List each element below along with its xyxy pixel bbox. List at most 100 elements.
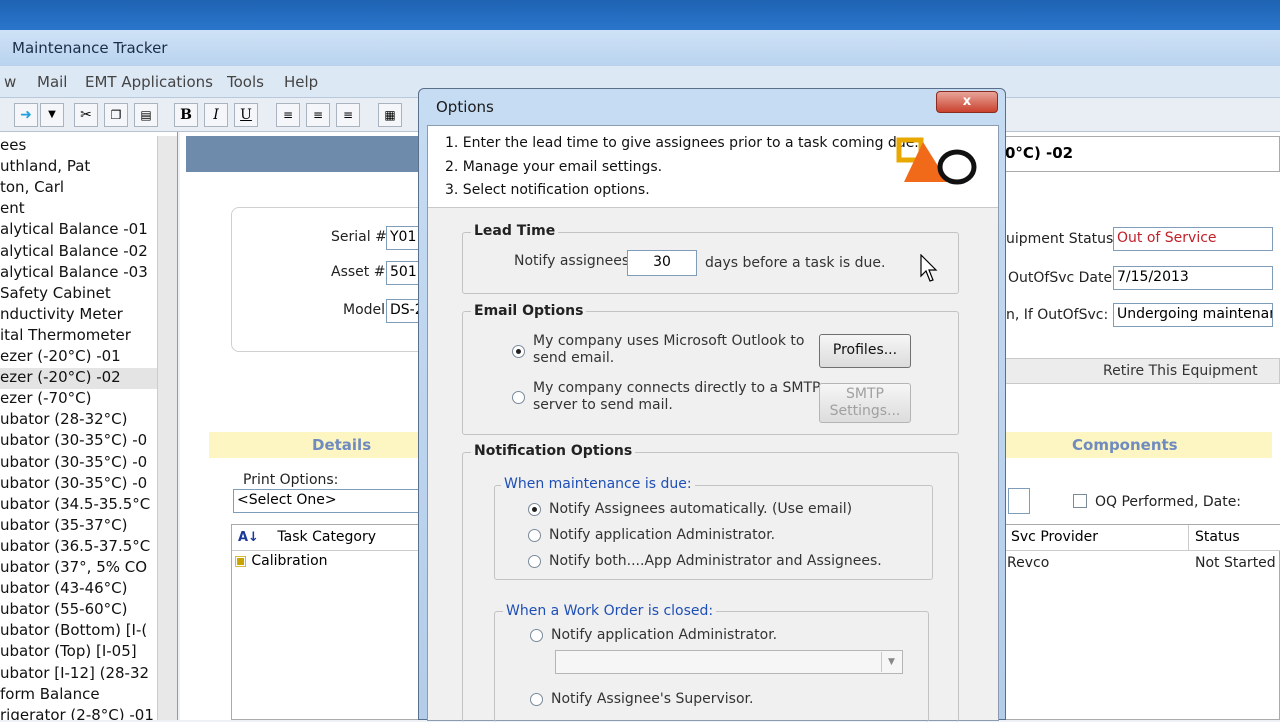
list-item[interactable]: rigerator (2-8°C) -01 (0, 706, 157, 720)
align-center-icon[interactable]: ≡ (306, 103, 330, 127)
list-item[interactable]: ubator [I-12] (28-32 (0, 664, 157, 685)
bold-button[interactable]: B (174, 103, 198, 127)
notify-assignees-option: Notify Assignees automatically. (Use ema… (549, 501, 853, 517)
menu-emt-applications[interactable]: EMT Applications (85, 73, 213, 91)
menu-help[interactable]: Help (284, 73, 318, 91)
list-item[interactable]: ent (0, 199, 157, 220)
outofsvc-date-label: OutOfSvc Date: (1008, 270, 1117, 286)
list-item[interactable]: ubator (Top) [I-05] (0, 642, 157, 663)
retire-equipment-label: Retire This Equipment (1103, 363, 1258, 379)
menu-tools[interactable]: Tools (227, 73, 264, 91)
work-order-table: Svc Provider Status Revco Not Started (1004, 524, 1280, 720)
lead-time-input[interactable]: 30 (627, 250, 697, 276)
notify-assignees-label: Notify assignees (514, 253, 630, 269)
list-item[interactable]: ubator (30-35°C) -0 (0, 453, 157, 474)
serial-field[interactable]: Y01 (386, 226, 420, 250)
list-item[interactable]: ezer (-20°C) -01 (0, 347, 157, 368)
chevron-down-icon[interactable]: ▼ (881, 652, 901, 672)
list-item[interactable]: ubator (Bottom) [I-( (0, 621, 157, 642)
app-title-bar: Maintenance Tracker (0, 30, 1280, 66)
menu-view[interactable]: w (4, 73, 16, 91)
list-item[interactable]: ezer (-70°C) (0, 389, 157, 410)
notification-options-title: Notification Options (471, 443, 636, 459)
closed-notify-supervisor-option: Notify Assignee's Supervisor. (551, 691, 754, 707)
list-item[interactable]: ubator (36.5-37.5°C (0, 537, 157, 558)
notify-assignees-radio[interactable] (528, 503, 541, 516)
align-right-icon[interactable]: ≡ (336, 103, 360, 127)
smtp-radio[interactable] (512, 391, 525, 404)
paste-icon[interactable]: ▤ (134, 103, 158, 127)
copy-icon[interactable]: ❐ (104, 103, 128, 127)
list-item[interactable]: ubator (35-37°C) (0, 516, 157, 537)
smtp-settings-line-2: Settings... (829, 403, 901, 419)
cut-icon[interactable]: ✂ (74, 103, 98, 127)
list-item[interactable]: nductivity Meter (0, 305, 157, 326)
status-column-header[interactable]: Status (1189, 525, 1280, 551)
tab-details[interactable]: Details (209, 432, 424, 458)
tab-components[interactable]: Components (1004, 432, 1272, 458)
list-item[interactable]: ton, Carl (0, 178, 157, 199)
asset-field[interactable]: 501 (386, 261, 420, 285)
dropdown-arrow-icon[interactable]: ▼ (40, 103, 64, 127)
days-before-label: days before a task is due. (705, 255, 886, 271)
smtp-settings-line-1: SMTP (846, 386, 884, 402)
closed-notify-admin-radio[interactable] (530, 629, 543, 642)
notify-admin-option: Notify application Administrator. (549, 527, 776, 543)
list-item[interactable]: form Balance (0, 685, 157, 706)
list-item[interactable]: ital Thermometer (0, 326, 157, 347)
list-item[interactable]: ubator (37°, 5% CO (0, 558, 157, 579)
task-category-column-header[interactable]: A↓ Task Category (232, 525, 424, 551)
list-item[interactable]: alytical Balance -01 (0, 220, 157, 241)
list-item[interactable]: ezer (-20°C) -02 (0, 368, 157, 390)
profiles-button[interactable]: Profiles... (819, 334, 911, 368)
retire-equipment-button[interactable]: Retire This Equipment (1004, 358, 1280, 384)
dialog-body: 1. Enter the lead time to give assignees… (427, 125, 999, 722)
equipment-status-field[interactable]: Out of Service (1113, 227, 1273, 251)
list-item[interactable]: ees (0, 136, 157, 157)
intro-line-2: 2. Manage your email settings. (445, 159, 663, 175)
list-item[interactable]: ubator (55-60°C) (0, 600, 157, 621)
italic-button[interactable]: I (204, 103, 228, 127)
reason-field[interactable]: Undergoing maintenance (1113, 303, 1273, 327)
desktop-top-strip (0, 0, 1280, 30)
list-item[interactable]: ubator (28-32°C) (0, 410, 157, 431)
equipment-list-scrollbar[interactable] (157, 136, 177, 720)
close-button[interactable]: x (936, 91, 998, 113)
report-icon[interactable]: ▦ (378, 103, 402, 127)
list-item[interactable]: alytical Balance -03 (0, 263, 157, 284)
list-item[interactable]: Safety Cabinet (0, 284, 157, 305)
table-row[interactable]: ▣ Calibration (234, 553, 422, 575)
maintenance-due-title: When maintenance is due: (501, 476, 695, 492)
align-left-icon[interactable]: ≡ (276, 103, 300, 127)
menu-mail[interactable]: Mail (37, 73, 67, 91)
list-item[interactable]: ubator (30-35°C) -0 (0, 474, 157, 495)
work-order-closed-title: When a Work Order is closed: (503, 603, 717, 619)
list-item[interactable]: alytical Balance -02 (0, 242, 157, 263)
outofsvc-date-field[interactable]: 7/15/2013 (1113, 266, 1273, 290)
list-item[interactable]: ubator (34.5-35.5°C (0, 495, 157, 516)
options-dialog: Options x 1. Enter the lead time to give… (418, 88, 1006, 722)
notify-admin-radio[interactable] (528, 529, 541, 542)
underline-button[interactable]: U (234, 103, 258, 127)
equipment-name-text: 0°C) -02 (1005, 144, 1074, 162)
notify-both-radio[interactable] (528, 555, 541, 568)
administrator-select[interactable]: ▼ (555, 650, 903, 674)
outlook-radio[interactable] (512, 345, 525, 358)
smtp-line-2: server to send mail. (533, 397, 673, 413)
list-item[interactable]: ubator (43-46°C) (0, 579, 157, 600)
list-item[interactable]: ubator (30-35°C) -0 (0, 431, 157, 452)
list-item[interactable]: uthland, Pat (0, 157, 157, 178)
serial-label: Serial #: (331, 229, 392, 245)
oq-performed-checkbox[interactable] (1073, 494, 1087, 508)
smtp-settings-button[interactable]: SMTP Settings... (819, 383, 911, 423)
sort-icon: A↓ (238, 530, 259, 545)
closed-notify-admin-option: Notify application Administrator. (551, 627, 778, 643)
equipment-name-header: 0°C) -02 (1004, 136, 1280, 172)
svc-provider-column-header[interactable]: Svc Provider (1005, 525, 1189, 551)
closed-notify-supervisor-radio[interactable] (530, 693, 543, 706)
print-options-select[interactable]: <Select One> (233, 489, 423, 513)
model-field[interactable]: DS-2 (386, 299, 420, 323)
smtp-line-1: My company connects directly to a SMTP (533, 380, 821, 396)
forward-icon[interactable]: ➜ (14, 103, 38, 127)
oq-date-field[interactable] (1008, 488, 1030, 514)
